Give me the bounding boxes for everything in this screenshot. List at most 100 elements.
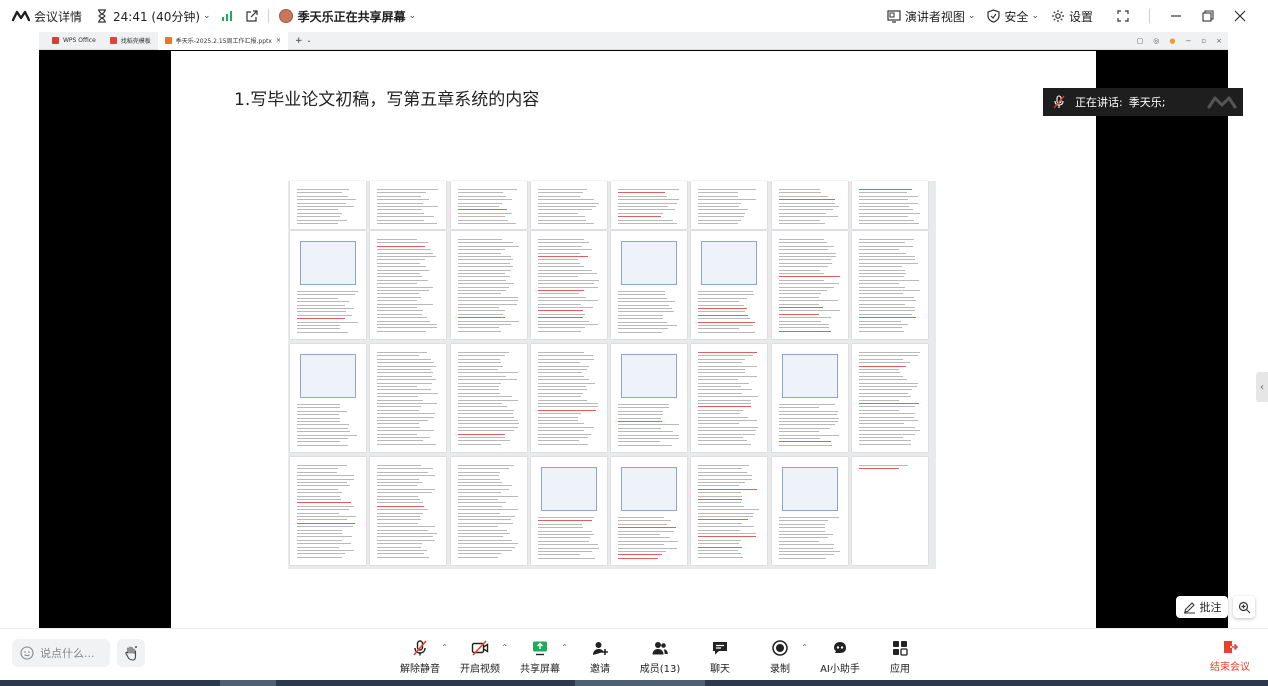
record-button[interactable]: 录制 ⌃	[750, 629, 810, 681]
wps-tab-templates[interactable]: 找稻壳模板	[103, 32, 158, 50]
chevron-up-icon[interactable]: ⌃	[801, 643, 808, 652]
wps-tab-label: 季天乐-2025.2.15周工作汇报.pptx	[175, 38, 272, 45]
unmute-button[interactable]: 解除静音 ⌃	[390, 629, 450, 681]
chevron-up-icon[interactable]: ⌃	[501, 643, 508, 652]
page-text-line	[297, 444, 348, 446]
page-text-line	[297, 543, 351, 545]
page-text-line	[698, 430, 756, 432]
skin-icon[interactable]: ◎	[1153, 37, 1159, 45]
annotate-button[interactable]: 批注	[1176, 596, 1228, 618]
page-text-line	[377, 413, 435, 415]
tool-label: 邀请	[590, 664, 610, 675]
page-text-line	[377, 293, 419, 295]
close-icon[interactable]: ×	[1216, 37, 1222, 45]
page-figure	[782, 467, 838, 511]
raise-hand-button[interactable]	[117, 639, 145, 667]
chevron-up-icon[interactable]: ⌃	[441, 643, 448, 652]
window-layout-icon[interactable]: ▢	[1137, 37, 1144, 45]
page-text-line	[458, 556, 498, 558]
page-text-line	[779, 266, 828, 268]
page-text-line	[297, 441, 340, 443]
zoom-button[interactable]	[1233, 596, 1255, 618]
page-text-line	[698, 297, 747, 299]
wps-tab-home[interactable]: WPS Office	[45, 32, 103, 50]
page-text-line	[377, 290, 429, 291]
page-text-line	[458, 372, 518, 374]
page-text-line	[458, 492, 501, 494]
page-text-line	[458, 327, 499, 329]
hourglass-icon	[98, 9, 107, 23]
speaking-name: 季天乐;	[1128, 96, 1166, 109]
signal-strength-icon[interactable]	[221, 10, 233, 22]
chat-button[interactable]: 聊天	[690, 629, 750, 681]
sharer-status-button[interactable]: 季天乐正在共享屏幕 ⌄	[278, 0, 416, 32]
page-text-line	[458, 399, 518, 401]
minimize-button[interactable]	[1160, 0, 1192, 32]
page-text-line	[538, 544, 598, 546]
page-text-line	[779, 551, 840, 552]
settings-button[interactable]: 设置	[1051, 0, 1093, 32]
apps-button[interactable]: 应用	[870, 629, 930, 681]
chat-quick-input[interactable]: 说点什么...	[12, 639, 110, 667]
side-panel-toggle[interactable]: ‹	[1256, 372, 1268, 402]
wps-tab-pptx[interactable]: 季天乐-2025.2.15周工作汇报.pptx ×	[157, 31, 288, 50]
page-text-line	[538, 365, 589, 367]
divider	[1149, 9, 1150, 23]
page-text-line	[538, 362, 580, 364]
page-text-line	[297, 301, 349, 303]
user-icon[interactable]: ●	[1169, 37, 1175, 45]
ai-assistant-icon	[834, 642, 846, 653]
page-text-line	[297, 485, 350, 487]
security-button[interactable]: 安全 ⌄	[987, 0, 1039, 32]
page-text-line	[377, 478, 419, 480]
slide-title: 1.写毕业论文初稿，写第五章系统的内容	[234, 90, 540, 110]
page-text-line	[297, 404, 340, 405]
page-text-line	[698, 522, 742, 524]
start-video-button[interactable]: 开启视频 ⌃	[450, 629, 510, 681]
page-text-line	[458, 369, 498, 370]
ai-assistant-button[interactable]: AI小助手	[810, 629, 870, 681]
end-meeting-button[interactable]: 结束会议	[1208, 639, 1252, 675]
page-text-line	[698, 219, 741, 221]
new-tab-button[interactable]: + ⌄	[288, 32, 319, 50]
page-text-line	[458, 409, 514, 411]
tab-close-icon[interactable]: ×	[276, 37, 281, 44]
invite-button[interactable]: 邀请	[570, 629, 630, 681]
fullscreen-button[interactable]	[1107, 0, 1139, 32]
shared-screen[interactable]: WPS Office 找稻壳模板 季天乐-2025.2.15周工作汇报.pptx…	[39, 31, 1228, 628]
members-button[interactable]: 成员(13)	[630, 629, 690, 681]
page-text-line	[458, 286, 509, 288]
page-text-line	[377, 522, 418, 524]
page-text-line	[377, 269, 429, 271]
restore-button[interactable]	[1192, 0, 1224, 32]
page-text-line	[297, 482, 347, 483]
restore-icon[interactable]: ▫	[1201, 37, 1206, 45]
annotate-label: 批注	[1199, 601, 1222, 614]
external-link-icon[interactable]	[245, 9, 258, 23]
page-text-line	[779, 523, 825, 525]
page-text-line	[377, 433, 417, 435]
page-text-line	[538, 547, 599, 549]
page-text-line	[377, 420, 428, 421]
timer-button[interactable]: 24:41 (40分钟) ⌄	[96, 0, 211, 32]
page-text-line	[377, 443, 436, 445]
page-text-line	[698, 325, 753, 326]
page-text-line	[618, 189, 679, 190]
close-button[interactable]	[1224, 0, 1256, 32]
page-text-line	[618, 547, 677, 549]
mic-muted-icon	[413, 640, 427, 656]
page-text-line	[458, 279, 506, 281]
chevron-up-icon[interactable]: ⌃	[561, 643, 568, 652]
page-text-line	[779, 427, 830, 429]
minimize-icon[interactable]: −	[1186, 37, 1192, 45]
share-screen-button[interactable]: 共享屏幕 ⌃	[510, 629, 570, 681]
page-text-line	[297, 492, 342, 494]
page-text-line	[859, 423, 904, 425]
page-text-line	[618, 223, 677, 224]
shared-screen-stage: WPS Office 找稻壳模板 季天乐-2025.2.15周工作汇报.pptx…	[0, 31, 1268, 628]
page-text-line	[698, 556, 743, 558]
page-text-line	[538, 192, 583, 194]
meeting-details-button[interactable]: 会议详情	[12, 0, 82, 32]
presenter-view-button[interactable]: 演讲者视图 ⌄	[887, 0, 975, 32]
page-text-line	[458, 317, 505, 319]
